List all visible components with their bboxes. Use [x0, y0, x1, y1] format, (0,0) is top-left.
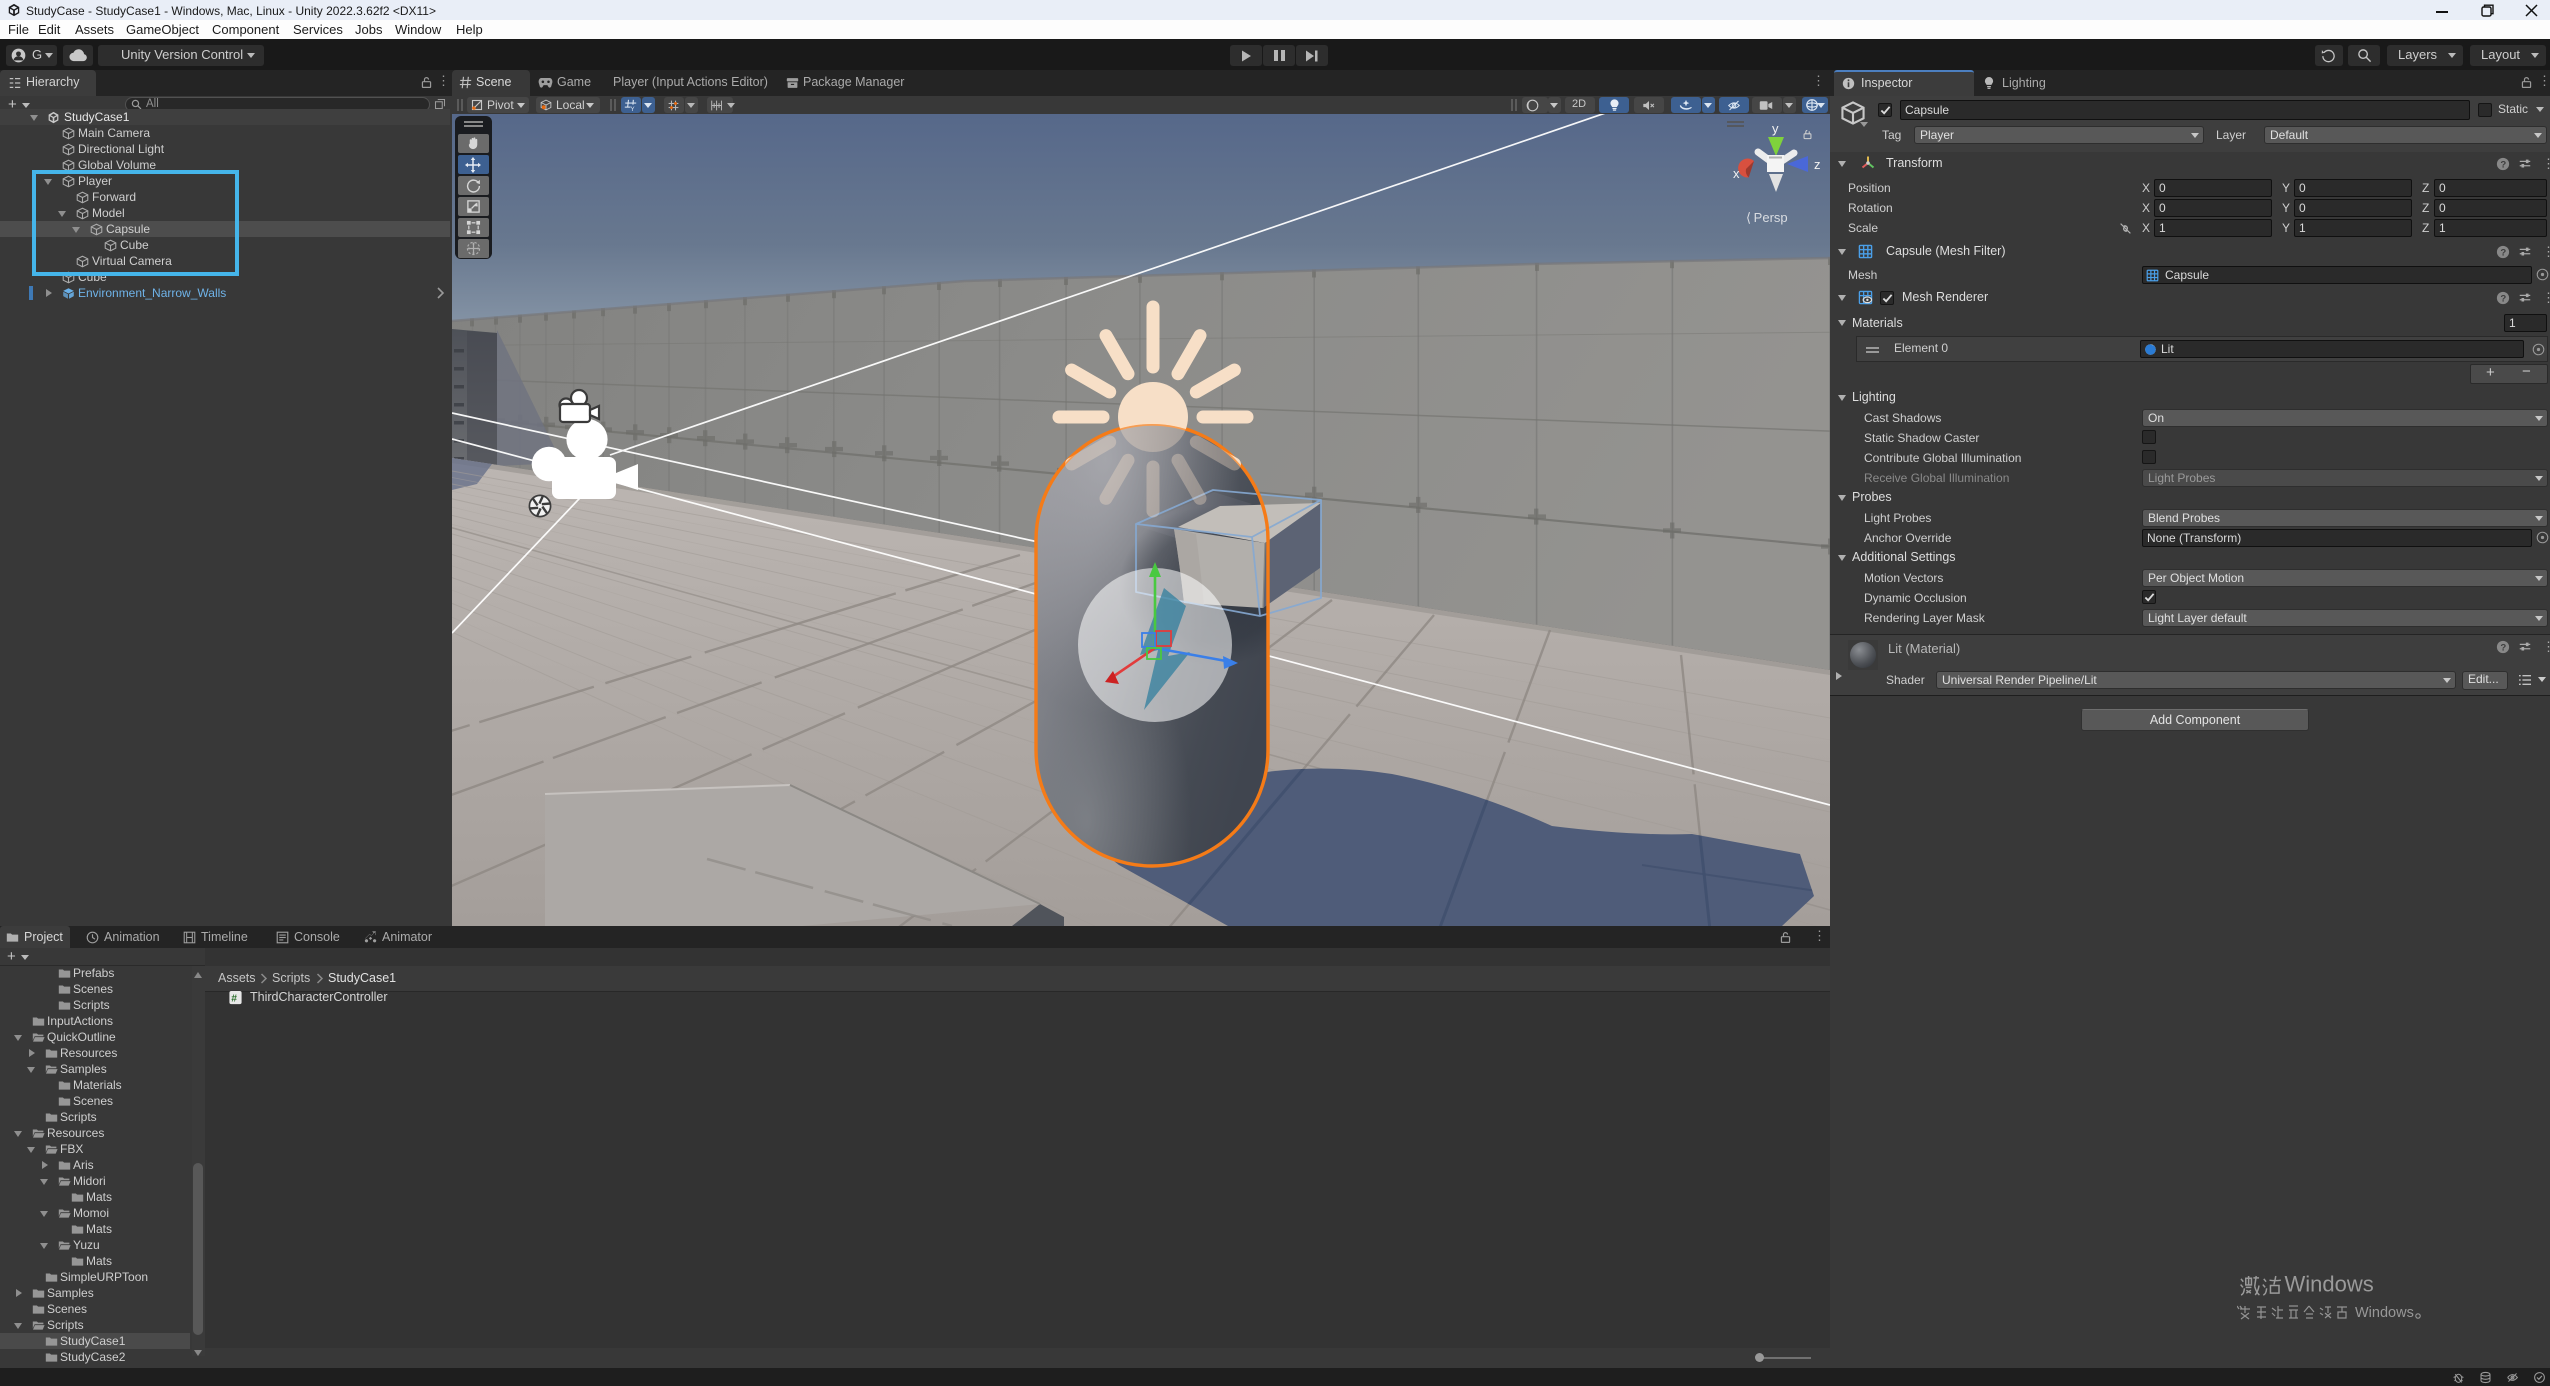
- svg-text:Y: Y: [631, 106, 635, 112]
- svg-text:?: ?: [2500, 160, 2506, 171]
- svg-text:?: ?: [2500, 248, 2506, 259]
- svg-text:#: #: [231, 993, 237, 1004]
- svg-text:?: ?: [2500, 643, 2506, 654]
- svg-text:y: y: [1772, 122, 1779, 136]
- svg-text:Windows: Windows: [2285, 1272, 2374, 1296]
- svg-text:Windows: Windows: [2355, 1305, 2414, 1321]
- svg-text:x: x: [1733, 166, 1740, 181]
- svg-text:?: ?: [2500, 294, 2506, 305]
- svg-text:z: z: [1814, 157, 1821, 172]
